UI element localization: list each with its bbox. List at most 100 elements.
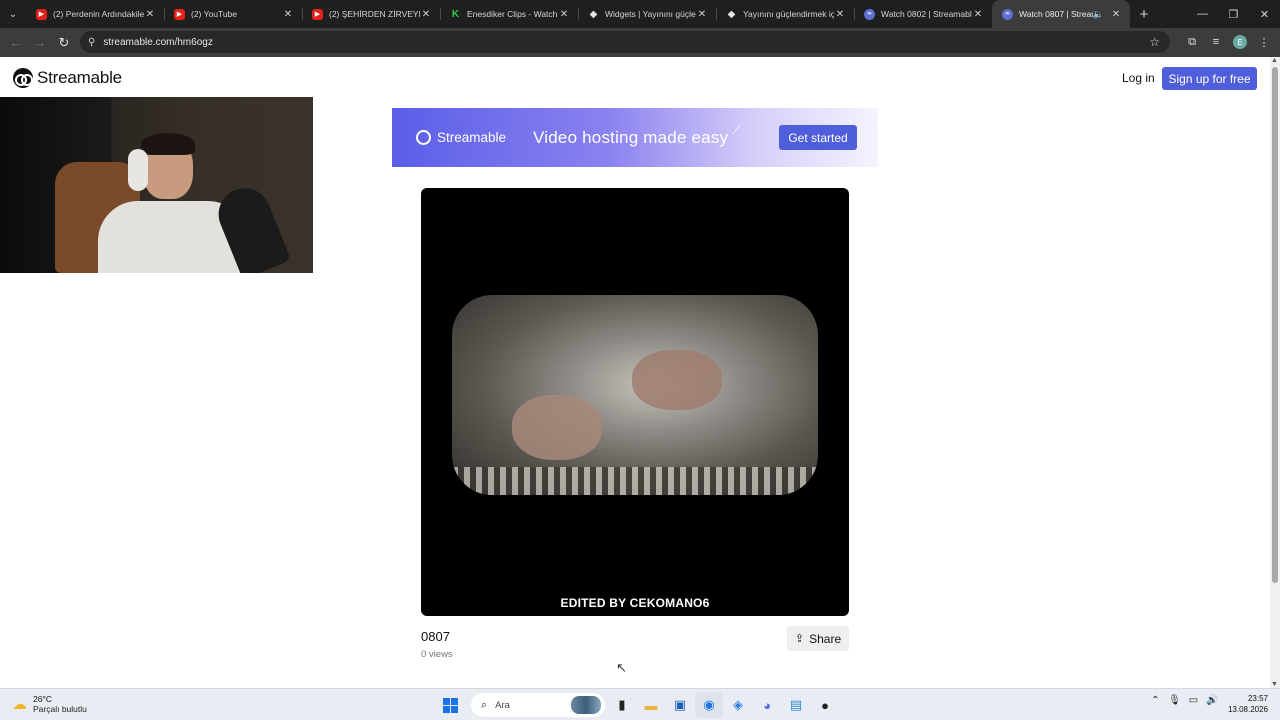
clock[interactable]: 23:57 13.08.2026 — [1228, 693, 1268, 715]
tab-title: (2) ŞEHİRDEN ZİRVEYE YO — [329, 9, 420, 19]
notepad-icon[interactable]: ▤ — [782, 692, 810, 718]
restore-icon[interactable]: ❐ — [1218, 0, 1249, 28]
microphone-icon[interactable]: 🎙 — [1165, 695, 1184, 706]
discord-icon[interactable]: ◕ — [753, 692, 781, 718]
browser-tab[interactable]: ◆ Widgets | Yayınını güçlend ✕ — [578, 0, 716, 28]
banner-logo-text: Streamable — [437, 130, 507, 145]
tab-search-chevron-icon[interactable]: ⌄ — [0, 0, 26, 28]
taskbar-search[interactable]: ⌕ Ara — [471, 693, 605, 717]
tab-title: (2) Perdenin Ardındakiler — [53, 9, 144, 19]
windows-logo-icon — [442, 697, 458, 713]
search-icon: ⌕ — [481, 698, 488, 711]
windows-taskbar: ☁ 26°C Parçalı bulutlu ⌕ Ara ▮ ▬ ▣ ◉ ◈ ◕… — [0, 688, 1280, 720]
close-window-icon[interactable]: ✕ — [1249, 0, 1280, 28]
scroll-down-icon[interactable]: ▼ — [1271, 681, 1278, 688]
browser-tab-active[interactable]: ∞ Watch 0807 | Streama 🔈 ✕ — [992, 0, 1130, 28]
scroll-up-icon[interactable]: ▲ — [1271, 57, 1278, 64]
streamer-hair — [141, 133, 195, 155]
page-scrollbar[interactable]: ▲ ▼ — [1270, 57, 1280, 688]
browser-tab[interactable]: ▶ (2) Perdenin Ardındakiler ✕ — [26, 0, 164, 28]
browser-tab[interactable]: ◆ Yayınını güçlendirmek için ✕ — [716, 0, 854, 28]
minimize-icon[interactable]: — — [1187, 0, 1218, 28]
extensions-icon[interactable]: ⧉ — [1180, 31, 1204, 53]
webcam-overlay — [0, 97, 313, 273]
scrollbar-thumb[interactable] — [1272, 67, 1278, 583]
start-button[interactable] — [436, 692, 464, 718]
browser-toolbar: ← → ↻ ⚲ streamable.com/hm6ogz ☆ ⧉ ≡ E ⋮ — [0, 28, 1280, 57]
streamable-icon: ∞ — [1002, 8, 1013, 20]
media-controls-icon[interactable]: ≡ — [1204, 31, 1228, 53]
mouse-cursor-icon: ↖ — [616, 660, 627, 675]
widget-icon: ◆ — [589, 8, 598, 20]
video-views: 0 views — [421, 649, 453, 660]
close-icon[interactable]: ✕ — [558, 9, 570, 20]
streamable-logo-icon — [13, 68, 33, 88]
browser-tab[interactable]: ▶ (2) ŞEHİRDEN ZİRVEYE YO ✕ — [302, 0, 440, 28]
login-link[interactable]: Log in — [1122, 71, 1155, 85]
banner-tagline: Video hosting made easy — [533, 127, 729, 147]
tab-title: Enesdiker Clips - Watch Li — [467, 9, 558, 19]
close-icon[interactable]: ✕ — [144, 9, 156, 20]
banner-logo: Streamable — [416, 130, 506, 145]
close-icon[interactable]: ✕ — [834, 9, 846, 20]
browser-tab[interactable]: ▶ (2) YouTube ✕ — [164, 0, 302, 28]
chrome-icon[interactable]: ◉ — [695, 692, 723, 718]
url-text: streamable.com/hm6ogz — [103, 36, 213, 48]
menu-kebab-icon[interactable]: ⋮ — [1252, 31, 1276, 53]
web-page: Streamable Log in Sign up for free Strea… — [0, 57, 1270, 688]
close-icon[interactable]: ✕ — [1110, 9, 1122, 20]
tab-title: (2) YouTube — [191, 9, 237, 19]
taskbar-apps: ⌕ Ara ▮ ▬ ▣ ◉ ◈ ◕ ▤ ● — [436, 692, 840, 718]
video-title: 0807 — [421, 629, 450, 644]
store-icon[interactable]: ▣ — [666, 692, 694, 718]
partly-cloudy-icon: ☁ — [12, 696, 27, 713]
promo-banner[interactable]: Streamable Video hosting made easy ⟋ Get… — [392, 108, 878, 167]
share-button[interactable]: ⇪ Share — [787, 626, 849, 651]
tab-title: Watch 0807 | Streama — [1019, 9, 1093, 19]
chevron-up-icon[interactable]: ⌃ — [1146, 695, 1165, 706]
forward-arrow-icon[interactable]: → — [28, 31, 52, 55]
tab-title: Widgets | Yayınını güçlend — [605, 9, 696, 19]
close-icon[interactable]: ✕ — [420, 9, 432, 20]
weather-temperature: 26°C — [33, 694, 52, 704]
obs-icon[interactable]: ● — [811, 692, 839, 718]
close-icon[interactable]: ✕ — [696, 9, 708, 20]
task-view-icon[interactable]: ▮ — [608, 692, 636, 718]
video-cloth-pattern — [452, 467, 818, 495]
profile-avatar[interactable]: E — [1233, 35, 1247, 49]
tab-title: Yayınını güçlendirmek için — [743, 9, 834, 19]
site-info-icon[interactable]: ⚲ — [88, 37, 95, 48]
youtube-icon: ▶ — [36, 8, 47, 20]
search-placeholder: Ara — [495, 699, 510, 711]
speaker-icon[interactable]: 🔈 — [1093, 9, 1104, 20]
video-hand — [632, 350, 722, 410]
get-started-button[interactable]: Get started — [779, 125, 857, 150]
close-icon[interactable]: ✕ — [282, 9, 294, 20]
signup-button[interactable]: Sign up for free — [1162, 67, 1257, 90]
address-bar[interactable]: ⚲ streamable.com/hm6ogz ☆ — [80, 31, 1170, 53]
bookmark-star-icon[interactable]: ☆ — [1149, 35, 1160, 49]
clock-time: 23:57 — [1247, 694, 1268, 703]
file-explorer-icon[interactable]: ▬ — [637, 692, 665, 718]
streamable-logo[interactable]: Streamable — [13, 68, 122, 88]
search-highlight-image — [571, 696, 601, 714]
share-icon: ⇪ — [794, 633, 805, 645]
video-frame — [452, 295, 818, 495]
browser-app-icon[interactable]: ◈ — [724, 692, 752, 718]
browser-tab[interactable]: ∞ Watch 0802 | Streamable ✕ — [854, 0, 992, 28]
weather-description: Parçalı bulutlu — [33, 704, 87, 714]
browser-tab[interactable]: K Enesdiker Clips - Watch Li ✕ — [440, 0, 578, 28]
streamable-icon: ∞ — [864, 8, 875, 20]
new-tab-button[interactable]: + — [1130, 0, 1158, 28]
video-player[interactable]: EDITED BY CEKOMANO6 — [421, 188, 849, 616]
volume-icon[interactable]: 🔊 — [1203, 695, 1222, 706]
weather-widget[interactable]: ☁ 26°C Parçalı bulutlu — [12, 694, 87, 714]
back-arrow-icon[interactable]: ← — [4, 31, 28, 55]
close-icon[interactable]: ✕ — [972, 9, 984, 20]
window-controls: — ❐ ✕ — [1187, 0, 1280, 28]
clock-date: 13.08.2026 — [1227, 705, 1268, 714]
network-icon[interactable]: ▭ — [1184, 695, 1203, 706]
reload-icon[interactable]: ↻ — [52, 31, 76, 55]
logo-text: Streamable — [37, 68, 122, 87]
streamable-logo-icon — [416, 130, 431, 145]
